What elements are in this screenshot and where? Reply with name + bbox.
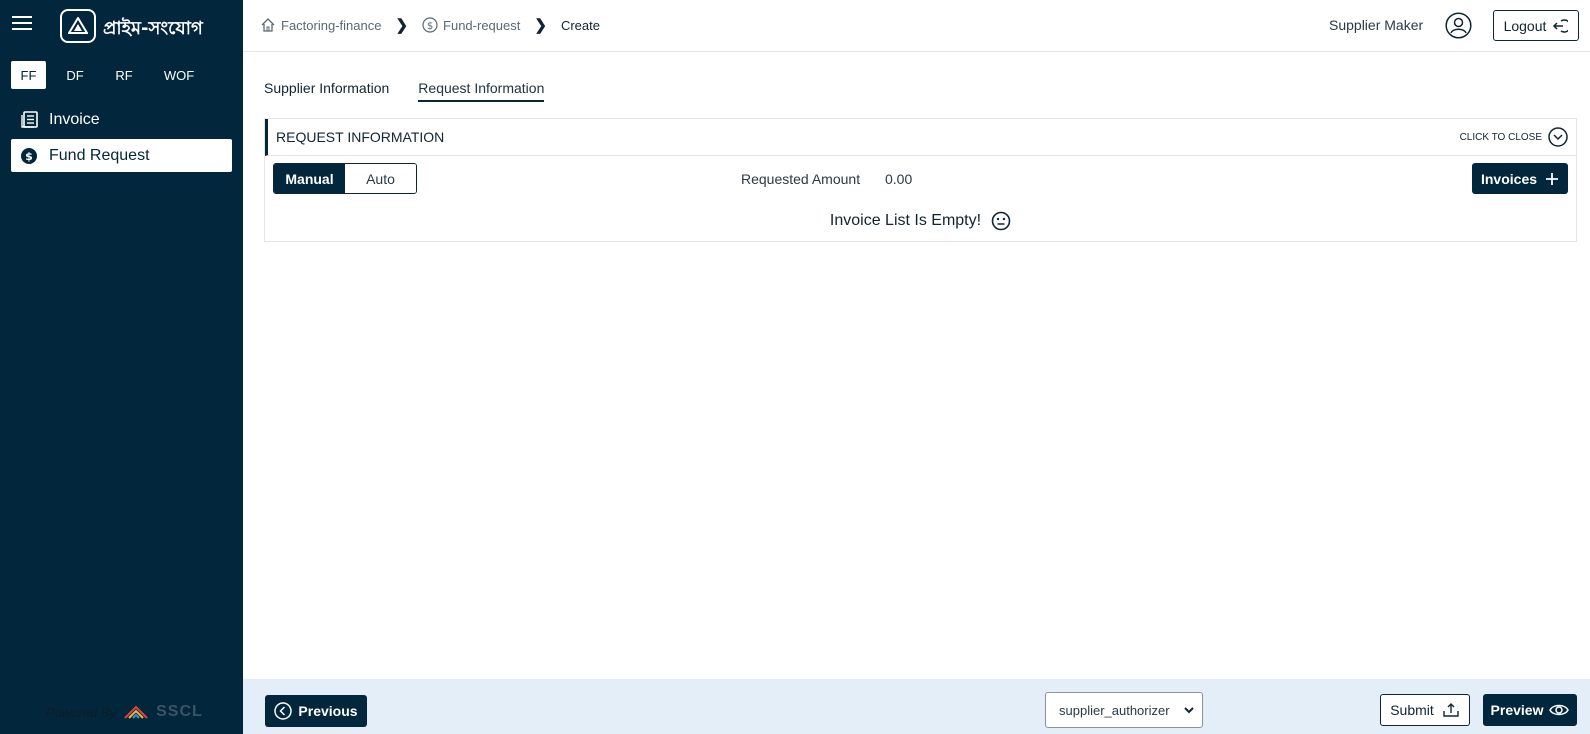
dollar-circle-icon: $ (19, 146, 39, 166)
sidebar-item-invoice[interactable]: Invoice (11, 103, 232, 136)
breadcrumb-factoring-finance[interactable]: Factoring-finance (260, 17, 381, 33)
plus-icon (1546, 172, 1559, 185)
previous-button[interactable]: Previous (265, 695, 367, 727)
empty-message: Invoice List Is Empty! (829, 212, 982, 229)
upload-icon (1443, 703, 1459, 717)
tab-supplier-information[interactable]: Supplier Information (264, 80, 389, 102)
powered-by: Powered By SSCL (46, 703, 203, 721)
chevron-right-icon: ❯ (534, 17, 547, 34)
logout-label: Logout (1503, 17, 1547, 34)
mode-tabs: FF DF RF WOF (11, 61, 214, 89)
logout-icon (1553, 18, 1569, 33)
click-to-close-button[interactable]: CLICK TO CLOSE (1460, 127, 1568, 147)
authorizer-select[interactable]: supplier_authorizer (1045, 692, 1203, 728)
breadcrumb-fund-request[interactable]: $ Fund-request (422, 17, 520, 33)
section-header: REQUEST INFORMATION CLICK TO CLOSE (265, 119, 1576, 156)
authorizer-selected-value: supplier_authorizer (1059, 702, 1170, 718)
previous-label: Previous (298, 703, 358, 719)
manual-toggle-button[interactable]: Manual (274, 164, 345, 193)
sidebar: প্রাইম-সংযোগ FF DF RF WOF Invoice $ Fund… (0, 0, 243, 734)
breadcrumb-label: Fund-request (443, 17, 521, 33)
svg-text:$: $ (25, 150, 33, 163)
auto-toggle-button[interactable]: Auto (345, 164, 416, 193)
preview-label: Preview (1490, 702, 1544, 718)
list-icon (19, 110, 39, 130)
brand-name: প্রাইম-সংযোগ (103, 18, 203, 39)
mode-tab-rf[interactable]: RF (104, 61, 144, 89)
sidebar-item-label: Invoice (49, 110, 100, 128)
company-name: SSCL (156, 703, 203, 720)
user-name: Supplier Maker (1329, 17, 1424, 33)
mode-tab-df[interactable]: DF (46, 61, 104, 89)
request-information-section: REQUEST INFORMATION CLICK TO CLOSE Manua… (264, 118, 1577, 242)
powered-by-label: Powered By (46, 704, 117, 720)
submit-button[interactable]: Submit (1380, 694, 1470, 726)
neutral-face-icon (991, 211, 1011, 231)
breadcrumb-label: Factoring-finance (281, 17, 382, 33)
sidebar-item-fund-request[interactable]: $ Fund Request (11, 139, 232, 172)
arrow-left-circle-icon (274, 702, 293, 720)
submit-label: Submit (1390, 702, 1434, 718)
chevron-down-icon (1184, 707, 1194, 714)
menu-icon[interactable] (12, 16, 32, 34)
breadcrumb-create: Create (560, 17, 600, 33)
logout-button[interactable]: Logout (1493, 10, 1579, 41)
requested-amount-label: Requested Amount (741, 171, 861, 187)
home-icon (261, 18, 275, 32)
dollar-circle-icon: $ (422, 17, 438, 33)
requested-amount-value: 0.00 (885, 171, 913, 187)
invoices-label: Invoices (1480, 170, 1538, 187)
breadcrumb: Factoring-finance ❯ $ Fund-request ❯ Cre… (260, 16, 600, 34)
mode-tab-ff[interactable]: FF (11, 61, 46, 89)
logo-icon (60, 9, 96, 43)
section-title: REQUEST INFORMATION (276, 129, 445, 145)
preview-button[interactable]: Preview (1483, 694, 1577, 726)
add-invoices-button[interactable]: Invoices (1472, 163, 1568, 194)
mode-tab-wof[interactable]: WOF (144, 61, 214, 89)
eye-icon (1549, 704, 1570, 716)
sidebar-item-label: Fund Request (49, 146, 150, 164)
svg-text:$: $ (427, 21, 433, 32)
top-header: Factoring-finance ❯ $ Fund-request ❯ Cre… (243, 0, 1590, 52)
chevron-down-circle-icon (1548, 127, 1568, 147)
sscl-logo-icon (124, 705, 148, 719)
action-footer: Previous supplier_authorizer Submit Prev… (243, 679, 1590, 734)
empty-state: Invoice List Is Empty! (265, 211, 1576, 231)
close-label: CLICK TO CLOSE (1459, 131, 1542, 143)
user-avatar-icon[interactable] (1445, 12, 1472, 39)
chevron-right-icon: ❯ (395, 17, 409, 34)
tab-request-information[interactable]: Request Information (418, 80, 545, 102)
info-tabs: Supplier Information Request Information (264, 80, 545, 102)
mode-toggle: Manual Auto (273, 163, 417, 194)
